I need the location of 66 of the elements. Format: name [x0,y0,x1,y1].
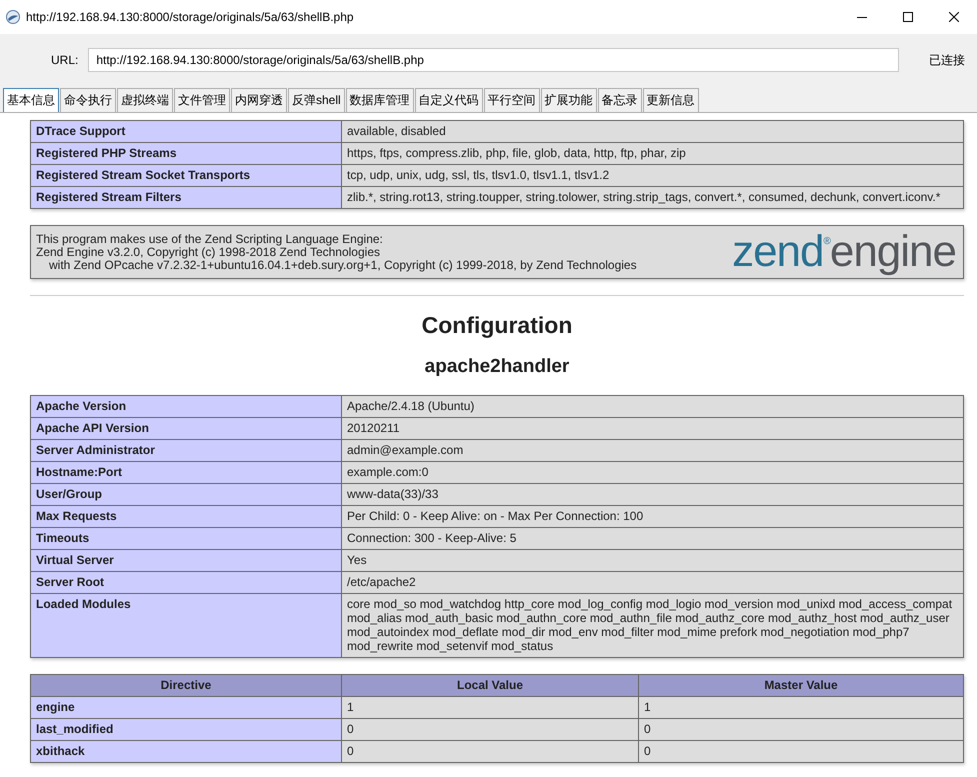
table-cell: admin@example.com [342,440,964,462]
connection-status: 已连接 [929,52,965,68]
table-cell: Max Requests [30,506,342,528]
table-cell: 1 [638,696,964,718]
table-cell: xbithack [30,740,342,762]
table-cell: Hostname:Port [30,462,342,484]
table-cell: 0 [342,718,638,740]
tab[interactable]: 平行空间 [484,88,540,112]
table-cell: Apache Version [30,396,342,418]
section-heading: Configuration [420,311,574,339]
table-cell: Registered PHP Streams [30,142,342,164]
table-cell: Server Root [30,572,342,594]
table-cell: engine [30,696,342,718]
tab[interactable]: 文件管理 [174,88,230,112]
table-cell: Apache API Version [30,418,342,440]
table-cell: 0 [638,718,964,740]
url-label: URL: [51,53,78,67]
column-header: Directive [30,674,342,696]
tab[interactable]: 自定义代码 [414,88,483,112]
table-cell: /etc/apache2 [342,572,964,594]
table-cell: available, disabled [342,120,964,142]
info-text: with Zend OPcache v7.2.32-1+ubuntu16.04.1+deb.sury.org+1, Copyright (c) 1999-2018, by Zend Technologies [48,258,638,272]
column-header: Local Value [342,674,638,696]
section-subheading: apache2handler [424,355,570,379]
table-cell: Virtual Server [30,550,342,572]
table-cell: www-data(33)/33 [342,484,964,506]
table-cell: core mod_so mod_watchdog http_core mod_log_config mod_logio mod_version mod_unixd mod_access_compat mod_alias mod_auth_basic mod_authn_core mod_authn_file mod_authz_core mod_authz_host mod_authz_user mod_autoindex mod_deflate mod_dir mod_env mod_filter mod_mime prefork mod_negotiation mod_php7 mod_rewrite mod_setenvif mod_status [342,594,964,658]
table-cell: zlib.*, string.rot13, string.toupper, string.tolower, string.strip_tags, convert.*, consumed, dechunk, convert.iconv.* [342,186,964,208]
column-header: Master Value [638,674,964,696]
table-cell: Apache/2.4.18 (Ubuntu) [342,396,964,418]
table-cell: DTrace Support [30,120,342,142]
url-field[interactable]: http://192.168.94.130:8000/storage/originals/5a/63/shellB.php [88,48,899,72]
table-cell: Registered Stream Filters [30,186,342,208]
info-text: Zend Engine v3.2.0, Copyright (c) 1998-2018 Zend Technologies [36,246,380,258]
zend-engine-logo: zend®engine [732,229,956,275]
table-cell: Loaded Modules [30,594,342,658]
tab[interactable]: 内网穿透 [231,88,287,112]
app-icon [6,10,20,24]
tab[interactable]: 反弹shell [288,88,345,112]
table-cell: Timeouts [30,528,342,550]
minimize-icon [857,16,867,18]
table-cell: 0 [342,740,638,762]
tab[interactable]: 命令执行 [60,88,116,112]
table-cell: Registered Stream Socket Transports [30,164,342,186]
info-text: This program makes use of the Zend Scripting Language Engine: [36,232,384,246]
table-cell: 20120211 [342,418,964,440]
maximize-icon [903,12,913,22]
table-cell: 1 [342,696,638,718]
table-cell: User/Group [30,484,342,506]
table-cell: Yes [342,550,964,572]
table-cell: 0 [638,740,964,762]
table-cell: tcp, udp, unix, udg, ssl, tls, tlsv1.0, tlsv1.1, tlsv1.2 [342,164,964,186]
close-icon [949,12,959,22]
table-cell: Connection: 300 - Keep-Alive: 5 [342,528,964,550]
tab[interactable]: 更新信息 [642,88,699,112]
table-cell: last_modified [30,718,342,740]
window-title: http://192.168.94.130:8000/storage/originals/5a/63/shellB.php [26,10,355,24]
tab[interactable]: 基本信息 [3,88,59,112]
tab[interactable]: 虚拟终端 [117,88,173,112]
tab[interactable]: 扩展功能 [540,88,597,112]
tab[interactable]: 备忘录 [598,88,642,112]
table-cell: example.com:0 [342,462,964,484]
table-cell: Per Child: 0 - Keep Alive: on - Max Per Connection: 100 [342,506,964,528]
tab[interactable]: 数据库管理 [346,88,414,112]
table-cell: Server Administrator [30,440,342,462]
table-cell: https, ftps, compress.zlib, php, file, glob, data, http, ftp, phar, zip [342,142,964,164]
